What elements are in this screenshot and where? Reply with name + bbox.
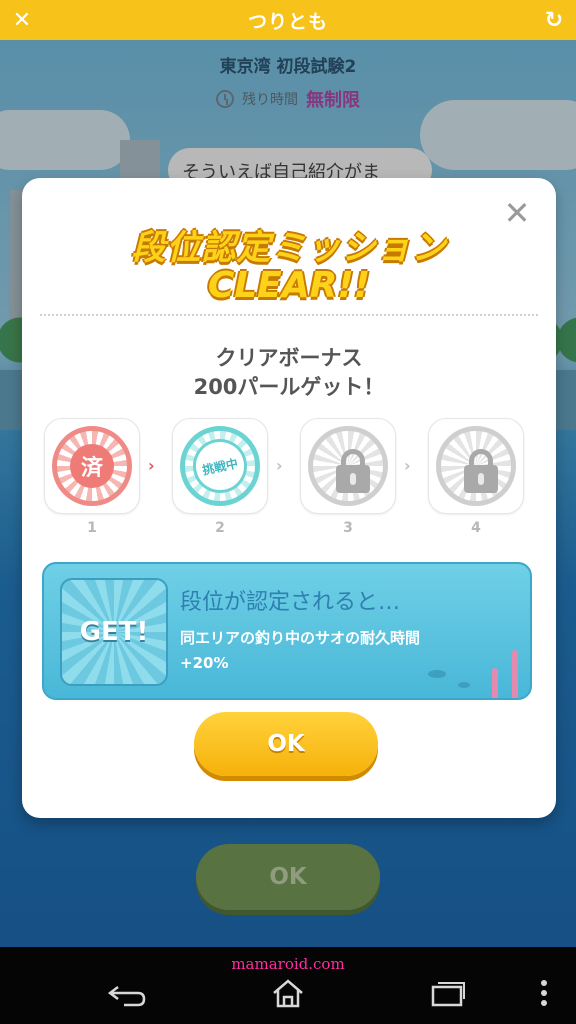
stamp-3: 3	[300, 418, 396, 536]
reward-description: 同エリアの釣り中のサオの耐久時間 +20%	[180, 626, 520, 676]
banner-line2: CLEAR!!	[207, 265, 371, 306]
bonus-line2: 200パールゲット！	[193, 375, 385, 399]
stamp-number: 1	[87, 520, 97, 536]
stamp-text: 済	[70, 444, 114, 488]
clear-bonus-text: クリアボーナス 200パールゲット！	[22, 344, 556, 402]
mission-stamps: 済 1 › 挑戦中 2 › 3 › 4	[44, 418, 534, 536]
top-bar: ✕ つりとも ↻	[0, 0, 576, 40]
watermark: mamaroid.com	[231, 955, 345, 973]
menu-icon[interactable]	[516, 973, 572, 1013]
refresh-icon[interactable]: ↻	[532, 0, 576, 40]
chevron-right-icon: ›	[276, 456, 283, 475]
ok-button[interactable]: OK	[194, 712, 378, 776]
rank-reward-panel: GET! 段位が認定されると… 同エリアの釣り中のサオの耐久時間 +20%	[42, 562, 532, 700]
bonus-line1: クリアボーナス	[215, 346, 363, 370]
get-badge-text: GET!	[79, 617, 149, 647]
chevron-right-icon: ›	[404, 456, 411, 475]
recent-apps-icon[interactable]	[420, 973, 476, 1013]
reward-desc-line1: 同エリアの釣り中のサオの耐久時間	[180, 629, 421, 647]
chevron-right-icon: ›	[148, 456, 155, 475]
reward-desc-line2: +20%	[180, 654, 229, 672]
banner-line1: 段位認定ミッション	[131, 228, 447, 268]
get-badge: GET!	[60, 578, 168, 686]
lock-icon	[436, 426, 516, 506]
home-icon[interactable]	[260, 973, 316, 1013]
stamp-number: 3	[343, 520, 353, 536]
close-icon[interactable]: ✕	[500, 196, 534, 230]
mission-clear-dialog: ✕ 段位認定ミッション CLEAR!! クリアボーナス 200パールゲット！ 済…	[22, 178, 556, 818]
close-icon[interactable]: ✕	[0, 0, 44, 40]
coral-icon	[512, 650, 518, 698]
app-title: つりとも	[247, 10, 328, 33]
fish-icon	[458, 682, 470, 688]
system-nav-bar: mamaroid.com	[0, 947, 576, 1024]
mission-clear-banner: 段位認定ミッション CLEAR!!	[122, 220, 456, 306]
lock-icon	[308, 426, 388, 506]
reward-title: 段位が認定されると…	[180, 590, 401, 615]
coral-icon	[492, 668, 498, 698]
stamp-1: 済 1	[44, 418, 140, 536]
in-progress-stamp-icon: 挑戦中	[180, 426, 260, 506]
fish-icon	[428, 670, 446, 678]
stamp-text: 挑戦中	[187, 433, 253, 499]
divider	[40, 314, 538, 316]
stamp-4: 4	[428, 418, 524, 536]
back-icon[interactable]	[100, 973, 156, 1013]
stamp-number: 2	[215, 520, 225, 536]
completed-stamp-icon: 済	[52, 426, 132, 506]
stamp-2: 挑戦中 2	[172, 418, 268, 536]
stamp-number: 4	[471, 520, 481, 536]
